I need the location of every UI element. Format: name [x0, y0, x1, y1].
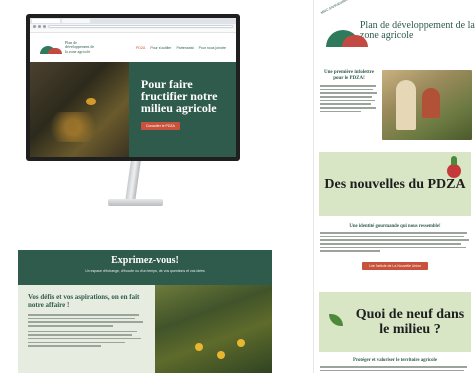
monitor-base: [108, 199, 163, 206]
radish-icon: [447, 156, 461, 178]
territory-section: Protéger et valoriser le territoire agri…: [314, 352, 476, 373]
news-band-title: Des nouvelles du PDZA: [324, 176, 466, 192]
site-header: Plan de développement de la zone agricol…: [30, 33, 236, 62]
newsletter-preview: MRC d'Arthabaska Plan de développement d…: [313, 0, 476, 373]
banner-text-panel: Vos défis et vos aspirations, on en fait…: [18, 285, 156, 373]
forward-icon[interactable]: [38, 25, 41, 28]
intro-text: Une première infolettre pour le PDZA!: [320, 70, 378, 152]
identity-section: Une identité gourmande qui nous ressembl…: [314, 216, 476, 272]
banner-left-title: Vos défis et vos aspirations, on en fait…: [28, 293, 140, 309]
intro-photo: [382, 70, 472, 140]
identity-title: Une identité gourmande qui nous ressembl…: [349, 224, 441, 229]
banner-subtitle: Un espace d'échange, d'écoute ou d'un te…: [85, 269, 205, 273]
nav-item-pdza[interactable]: PDZA: [136, 46, 145, 50]
reload-icon[interactable]: [43, 25, 46, 28]
whats-new-band: Quoi de neuf dans le milieu ?: [319, 292, 471, 353]
canvas: Plan de développement de la zone agricol…: [0, 0, 476, 373]
newsletter-header: MRC d'Arthabaska Plan de développement d…: [314, 0, 476, 62]
nav-item-contact[interactable]: Pour nous joindre: [199, 46, 226, 50]
news-band: Des nouvelles du PDZA: [319, 152, 471, 216]
nav-item-outiller[interactable]: Pour s'outiller: [150, 46, 171, 50]
site-nav: PDZA Pour s'outiller Partenariat Pour no…: [136, 46, 226, 50]
site-logo-text: Plan de développement de la zone agricol…: [65, 39, 95, 54]
sprout-icon: [329, 314, 343, 327]
banner-flowers-image: [155, 285, 272, 373]
logo-arc-text: MRC d'Arthabaska: [320, 0, 348, 15]
banner-title: Exprimez-vous!: [111, 255, 179, 266]
feedback-banner: Exprimez-vous! Un espace d'échange, d'éc…: [18, 250, 272, 373]
newsletter-intro: Une première infolettre pour le PDZA!: [314, 62, 476, 152]
monitor-screen: Plan de développement de la zone agricol…: [30, 18, 236, 157]
consult-pdza-button[interactable]: Consulter le PDZA: [140, 122, 180, 130]
desktop-monitor: Plan de développement de la zone agricol…: [26, 14, 240, 161]
monitor-stand: [125, 161, 141, 201]
newsletter-brand: Plan de développement de la zone agricol…: [359, 19, 475, 41]
browser-tab[interactable]: [32, 19, 60, 23]
site-logo-icon[interactable]: [40, 42, 62, 54]
read-article-button[interactable]: Lire l'article de La Nouvelle Union: [361, 262, 429, 271]
banner-header: Exprimez-vous! Un espace d'échange, d'éc…: [18, 250, 272, 285]
hero-title: Pour faire fructifier notre milieu agric…: [140, 77, 218, 115]
address-input[interactable]: [48, 25, 233, 28]
intro-title: Une première infolettre pour le PDZA!: [324, 70, 374, 81]
whats-new-title: Quoi de neuf dans le milieu ?: [355, 307, 465, 338]
browser-tab[interactable]: [62, 19, 90, 23]
hero-panel: Pour faire fructifier notre milieu agric…: [128, 62, 236, 157]
back-icon[interactable]: [33, 25, 36, 28]
hero-section: Pour faire fructifier notre milieu agric…: [30, 62, 236, 157]
nav-item-partenariat[interactable]: Partenariat: [176, 46, 193, 50]
hero-bee-image: [30, 62, 129, 157]
territory-title: Protéger et valoriser le territoire agri…: [353, 358, 437, 364]
banner-body-text: [28, 314, 149, 347]
banner-body: Vos défis et vos aspirations, on en fait…: [18, 285, 272, 373]
pdza-logo-icon: MRC d'Arthabaska: [320, 0, 368, 51]
